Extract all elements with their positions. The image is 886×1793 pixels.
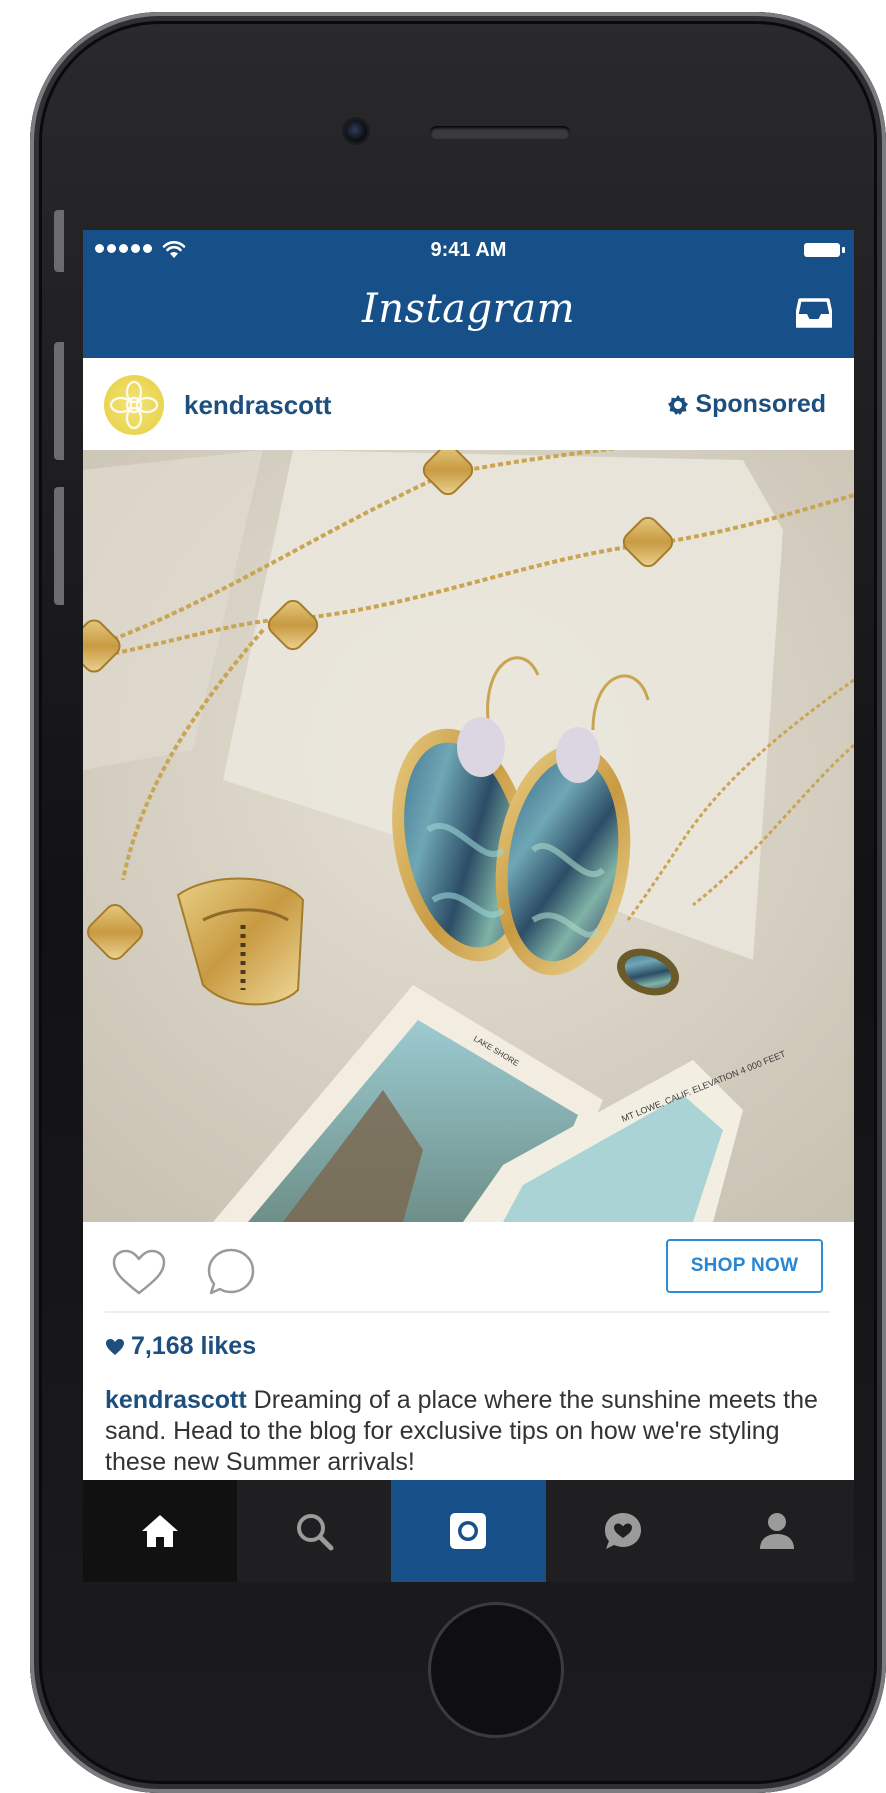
post-username[interactable]: kendrascott <box>184 390 331 421</box>
tab-search[interactable] <box>237 1480 391 1582</box>
heart-filled-icon <box>106 1338 124 1355</box>
tab-bar <box>83 1480 854 1582</box>
inbox-icon[interactable] <box>796 296 832 330</box>
status-bar: 9:41 AM <box>83 230 854 270</box>
battery-icon <box>804 243 845 257</box>
post-image[interactable]: MT LOWE, CALIF. ELEVATION 4 000 FEET LAK… <box>83 450 854 1222</box>
sponsored-label: Sponsored <box>667 390 826 419</box>
profile-icon <box>760 1513 795 1549</box>
app-header: Instagram <box>83 270 854 358</box>
tab-home[interactable] <box>83 1480 237 1582</box>
sponsored-text: Sponsored <box>695 390 826 418</box>
volume-up-button <box>54 342 64 460</box>
caption-username[interactable]: kendrascott <box>105 1386 247 1414</box>
tab-activity[interactable] <box>546 1480 700 1582</box>
home-icon <box>141 1515 178 1547</box>
actions-divider <box>105 1311 830 1313</box>
search-icon <box>296 1514 334 1551</box>
camera-icon <box>450 1513 487 1549</box>
avatar[interactable] <box>104 375 164 435</box>
brand-logo-icon <box>109 380 159 430</box>
earpiece-speaker <box>430 126 570 139</box>
phone-screen: 9:41 AM Instagram kendrascott Sponsored … <box>83 230 854 1582</box>
tab-camera[interactable] <box>390 1480 547 1582</box>
post-actions: SHOP NOW <box>83 1222 854 1322</box>
post-caption: kendrascott Dreaming of a place where th… <box>105 1385 835 1478</box>
heart-icon[interactable] <box>111 1248 167 1296</box>
post-header: kendrascott Sponsored <box>83 358 854 450</box>
tab-profile[interactable] <box>700 1480 854 1582</box>
front-camera <box>345 120 367 142</box>
status-time: 9:41 AM <box>430 239 507 261</box>
comment-icon[interactable] <box>205 1246 257 1298</box>
volume-down-button <box>54 487 64 605</box>
activity-icon <box>605 1513 642 1549</box>
shop-now-button[interactable]: SHOP NOW <box>666 1239 823 1293</box>
app-logo: Instagram <box>361 286 575 332</box>
likes-count[interactable]: 7,168 likes <box>105 1332 256 1361</box>
mute-switch <box>54 210 64 272</box>
jewelry-photo: MT LOWE, CALIF. ELEVATION 4 000 FEET LAK… <box>83 450 854 1222</box>
home-button[interactable] <box>428 1602 564 1738</box>
sponsored-badge-icon <box>668 394 689 415</box>
likes-text: 7,168 likes <box>131 1332 257 1360</box>
